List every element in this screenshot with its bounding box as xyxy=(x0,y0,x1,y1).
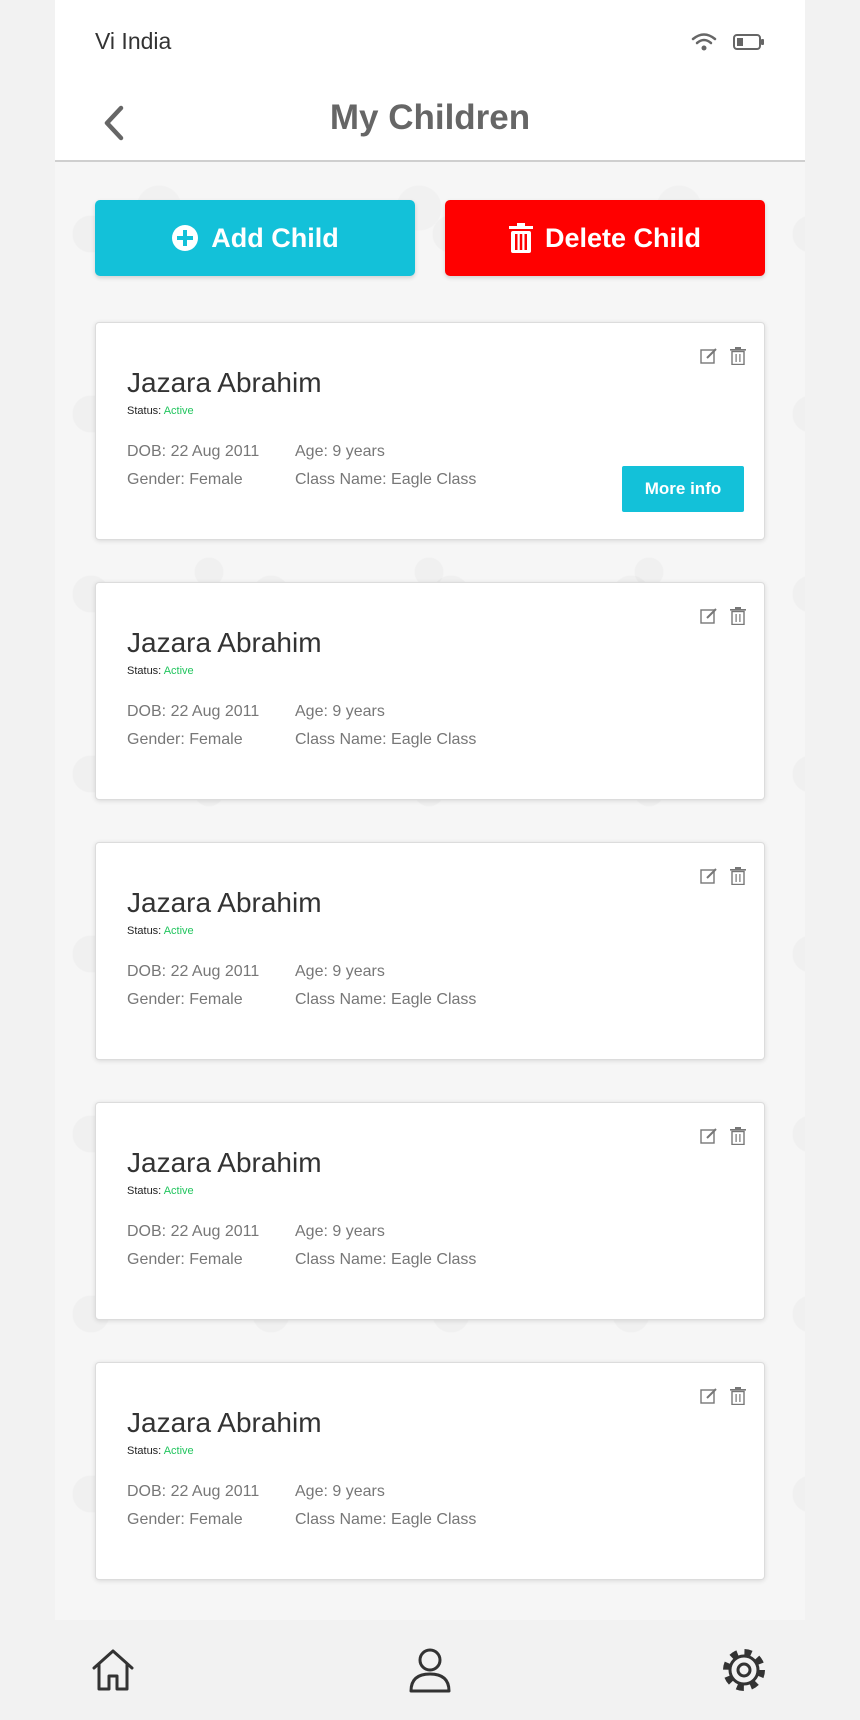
child-dob: DOB: 22 Aug 2011 xyxy=(127,703,260,720)
add-child-label: Add Child xyxy=(211,222,339,253)
add-child-button[interactable]: Add Child xyxy=(95,200,415,276)
trash-icon xyxy=(508,223,533,253)
child-age: Age: 9 years xyxy=(295,1223,385,1240)
child-card: Jazara Abrahim Status: Active DOB: 22 Au… xyxy=(95,1102,765,1320)
wifi-icon xyxy=(691,33,717,51)
status-value: Active xyxy=(163,925,194,937)
child-age: Age: 9 years xyxy=(295,703,385,720)
status-icons xyxy=(691,32,765,52)
child-age: Age: 9 years xyxy=(295,443,385,460)
card-actions xyxy=(700,1387,746,1405)
card-actions xyxy=(700,867,746,885)
bottom-nav xyxy=(0,1620,860,1720)
card-actions xyxy=(700,607,746,625)
child-class-name: Class Name: Eagle Class xyxy=(295,1251,477,1268)
page-header: My Children xyxy=(55,80,805,162)
child-name: Jazara Abrahim xyxy=(127,1147,322,1178)
plus-circle-icon xyxy=(172,225,199,251)
child-class-name: Class Name: Eagle Class xyxy=(295,731,477,748)
trash-icon[interactable] xyxy=(730,1127,746,1145)
app-screen: Vi India My Children Add Child Delete Ch… xyxy=(55,0,805,1620)
trash-icon[interactable] xyxy=(730,867,746,885)
settings-icon[interactable] xyxy=(720,1646,768,1694)
status-label: Status: xyxy=(127,665,162,677)
profile-icon[interactable] xyxy=(406,1646,454,1694)
child-dob: DOB: 22 Aug 2011 xyxy=(127,963,260,980)
page-title: My Children xyxy=(329,98,531,137)
more-info-button[interactable]: More info xyxy=(622,466,744,512)
card-actions xyxy=(700,347,746,365)
child-card: Jazara Abrahim Status: Active DOB: 22 Au… xyxy=(95,842,765,1060)
child-gender: Gender: Female xyxy=(127,1511,243,1528)
child-class-name: Class Name: Eagle Class xyxy=(295,1511,477,1528)
status-label: Status: xyxy=(127,1185,162,1197)
child-name: Jazara Abrahim xyxy=(127,627,322,658)
action-buttons: Add Child Delete Child xyxy=(95,200,765,276)
status-label: Status: xyxy=(127,1445,162,1457)
status-label: Status: xyxy=(127,925,162,937)
status-value: Active xyxy=(163,665,194,677)
child-status: Status: Active xyxy=(127,1445,194,1457)
trash-icon[interactable] xyxy=(730,347,746,365)
child-age: Age: 9 years xyxy=(295,1483,385,1500)
child-status: Status: Active xyxy=(127,665,194,677)
card-actions xyxy=(700,1127,746,1145)
child-class-name: Class Name: Eagle Class xyxy=(295,471,477,488)
trash-icon[interactable] xyxy=(730,1387,746,1405)
edit-icon[interactable] xyxy=(700,867,718,885)
child-status: Status: Active xyxy=(127,405,194,417)
delete-child-button[interactable]: Delete Child xyxy=(445,200,765,276)
carrier-name: Vi India xyxy=(95,28,172,54)
child-name: Jazara Abrahim xyxy=(127,887,322,918)
child-card: Jazara Abrahim Status: Active DOB: 22 Au… xyxy=(95,1362,765,1580)
child-card: Jazara Abrahim Status: Active DOB: 22 Au… xyxy=(95,582,765,800)
battery-icon xyxy=(733,34,764,50)
edit-icon[interactable] xyxy=(700,347,718,365)
home-icon[interactable] xyxy=(89,1646,137,1694)
status-label: Status: xyxy=(127,405,162,417)
edit-icon[interactable] xyxy=(700,607,718,625)
child-class-name: Class Name: Eagle Class xyxy=(295,991,477,1008)
child-gender: Gender: Female xyxy=(127,731,243,748)
child-status: Status: Active xyxy=(127,1185,194,1197)
child-card: Jazara Abrahim Status: Active DOB: 22 Au… xyxy=(95,322,765,540)
child-age: Age: 9 years xyxy=(295,963,385,980)
status-bar: Vi India xyxy=(55,0,805,80)
child-name: Jazara Abrahim xyxy=(127,367,322,398)
child-gender: Gender: Female xyxy=(127,991,243,1008)
status-value: Active xyxy=(163,1185,194,1197)
delete-child-label: Delete Child xyxy=(544,222,702,253)
edit-icon[interactable] xyxy=(700,1127,718,1145)
trash-icon[interactable] xyxy=(730,607,746,625)
status-value: Active xyxy=(163,405,194,417)
child-status: Status: Active xyxy=(127,925,194,937)
edit-icon[interactable] xyxy=(700,1387,718,1405)
child-dob: DOB: 22 Aug 2011 xyxy=(127,443,260,460)
child-name: Jazara Abrahim xyxy=(127,1407,322,1438)
child-gender: Gender: Female xyxy=(127,471,243,488)
child-dob: DOB: 22 Aug 2011 xyxy=(127,1223,260,1240)
status-value: Active xyxy=(163,1445,194,1457)
child-dob: DOB: 22 Aug 2011 xyxy=(127,1483,260,1500)
child-gender: Gender: Female xyxy=(127,1251,243,1268)
